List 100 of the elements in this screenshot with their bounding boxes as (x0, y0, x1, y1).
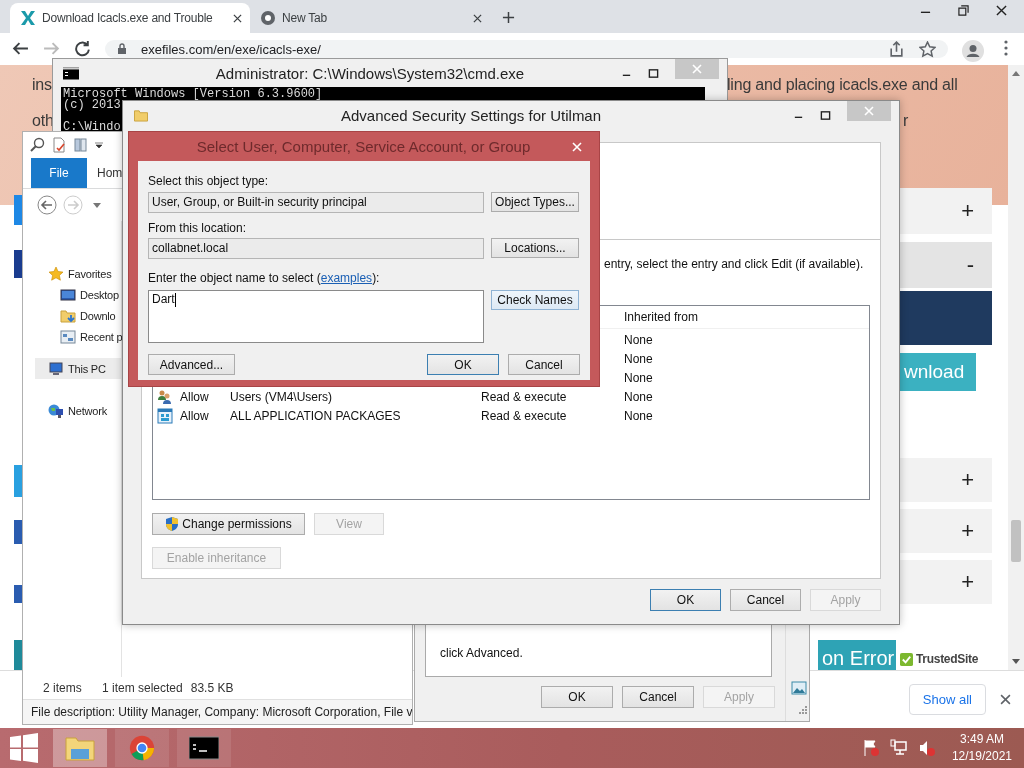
check-names-button[interactable]: Check Names (491, 290, 579, 310)
dialog-button[interactable]: Cancel (622, 686, 694, 708)
clock-date[interactable]: 12/19/2021 (951, 748, 1012, 765)
url-text: exefiles.com/en/exe/icacls-exe/ (141, 41, 321, 57)
reload-icon[interactable] (74, 40, 91, 57)
action-button[interactable]: Change permissions (152, 513, 305, 535)
badge-text: TrustedSite (916, 652, 979, 666)
globe-monitor-icon (48, 402, 64, 419)
advanced-button[interactable]: Advanced... (148, 354, 235, 375)
field-label: From this location: (148, 220, 248, 235)
table-cell-text: ALL APPLICATION PACKAGES (230, 408, 402, 423)
field-label: Select this object type: (148, 173, 270, 188)
document-icon[interactable] (51, 137, 67, 153)
accordion-header[interactable]: - (900, 242, 992, 288)
close-icon (864, 106, 874, 116)
file-description: File description: Utility Manager, Company: Microsoft Corporation, File v (23, 699, 412, 724)
window-title: Administrator: C:\Windows\System32\cmd.exe (214, 64, 526, 82)
close-icon[interactable] (233, 13, 242, 23)
column-header[interactable]: Inherited from (624, 310, 699, 324)
accordion-header[interactable]: + (900, 458, 992, 502)
console-text: (c) 2013 (63, 100, 122, 111)
taskbar-button[interactable] (177, 729, 231, 767)
star-icon[interactable] (919, 40, 936, 58)
maximize-icon[interactable] (648, 67, 659, 79)
dialog-button[interactable]: OK (650, 589, 721, 611)
nav-item[interactable]: Favorites (23, 263, 121, 284)
instruction-text: click Advanced. (440, 646, 523, 660)
object-name-input[interactable]: Dart (148, 290, 484, 343)
accordion-header[interactable]: + (900, 560, 992, 604)
network-icon[interactable] (889, 739, 908, 757)
book-icon[interactable] (73, 137, 89, 153)
back-arrow-icon[interactable] (12, 40, 29, 57)
logo-fragment (14, 250, 22, 278)
folder-icon (133, 108, 149, 122)
dialog-title: Select User, Computer, Service Account, or Group (195, 138, 532, 155)
computer-icon (48, 360, 64, 377)
field-label: Enter the object name to select (examples): (148, 270, 381, 285)
object-type-field: User, Group, or Built-in security principal (148, 192, 484, 213)
ok-button[interactable]: OK (427, 354, 499, 375)
dialog-button[interactable]: OK (541, 686, 613, 708)
console-icon (63, 66, 79, 80)
profile-icon[interactable] (962, 40, 984, 62)
accordion-header[interactable]: + (900, 509, 992, 553)
star-icon (48, 265, 64, 282)
banner-text: ling and placing icacls.exe and all (727, 75, 958, 95)
shield-icon (165, 516, 180, 532)
ribbon-tab[interactable]: File (31, 158, 87, 188)
nav-item[interactable]: Network (23, 400, 121, 421)
magnifier-icon[interactable] (29, 137, 45, 153)
logo-fragment (14, 520, 22, 544)
restore-icon[interactable] (958, 5, 969, 16)
nav-item[interactable]: Desktop (23, 284, 121, 305)
table-cell: None (624, 332, 653, 347)
share-icon[interactable] (888, 40, 905, 58)
dialog-button[interactable]: Cancel (730, 589, 801, 611)
maximize-icon[interactable] (820, 109, 831, 121)
close-icon[interactable] (473, 13, 482, 23)
picture-icon (790, 681, 807, 695)
table-cell: None (624, 408, 653, 423)
muted-speaker-icon[interactable] (917, 739, 936, 757)
status-text: 1 item selected (102, 681, 183, 695)
address-bar[interactable]: exefiles.com/en/exe/icacls-exe/ (105, 40, 948, 58)
window-title: Advanced Security Settings for Utilman (339, 106, 603, 124)
recent-places-icon (60, 328, 76, 345)
close-icon[interactable] (1000, 694, 1011, 705)
scroll-thumb[interactable] (1011, 520, 1021, 562)
caret-icon[interactable] (95, 142, 103, 148)
nav-item[interactable]: This PC (35, 358, 121, 379)
browser-tab[interactable]: New Tab (250, 3, 490, 33)
locations-button[interactable]: Locations... (491, 238, 579, 258)
table-cell: None (624, 370, 653, 385)
table-cell-text: Users (VM4\Users) (230, 389, 333, 404)
plus-icon[interactable] (502, 11, 515, 24)
app-window-icon (157, 407, 173, 424)
close-icon[interactable] (996, 5, 1007, 16)
windows-logo-icon[interactable] (9, 733, 39, 763)
instruction-text: entry, select the entry and click Edit (if available). (603, 256, 865, 272)
taskbar-button[interactable] (115, 729, 169, 767)
show-all-button[interactable]: Show all (908, 684, 986, 715)
close-icon (692, 64, 702, 74)
status-text: 83.5 KB (190, 681, 234, 695)
scroll-down-icon[interactable] (1012, 659, 1020, 664)
table-cell: None (624, 351, 653, 366)
browser-tab[interactable]: Download Icacls.exe and Trouble (10, 3, 250, 33)
folder-icon (65, 735, 95, 761)
folder-arrow-icon (60, 307, 76, 324)
flag-icon[interactable] (861, 739, 880, 757)
users-icon (157, 388, 173, 405)
table-cell-text: Allow (180, 389, 210, 404)
location-field: collabnet.local (148, 238, 484, 259)
object-types-button[interactable]: Object Types... (491, 192, 579, 212)
resize-grip-icon[interactable] (797, 704, 807, 714)
accordion-header[interactable]: + (900, 188, 992, 234)
nav-item[interactable]: Recent p (23, 326, 121, 347)
clock-time[interactable]: 3:49 AM (959, 731, 1004, 748)
examples-link[interactable]: examples (320, 271, 373, 285)
nav-item[interactable]: Downlo (23, 305, 121, 326)
scroll-up-icon[interactable] (1012, 71, 1020, 76)
scrollbar[interactable] (1008, 65, 1024, 670)
cancel-button[interactable]: Cancel (508, 354, 580, 375)
